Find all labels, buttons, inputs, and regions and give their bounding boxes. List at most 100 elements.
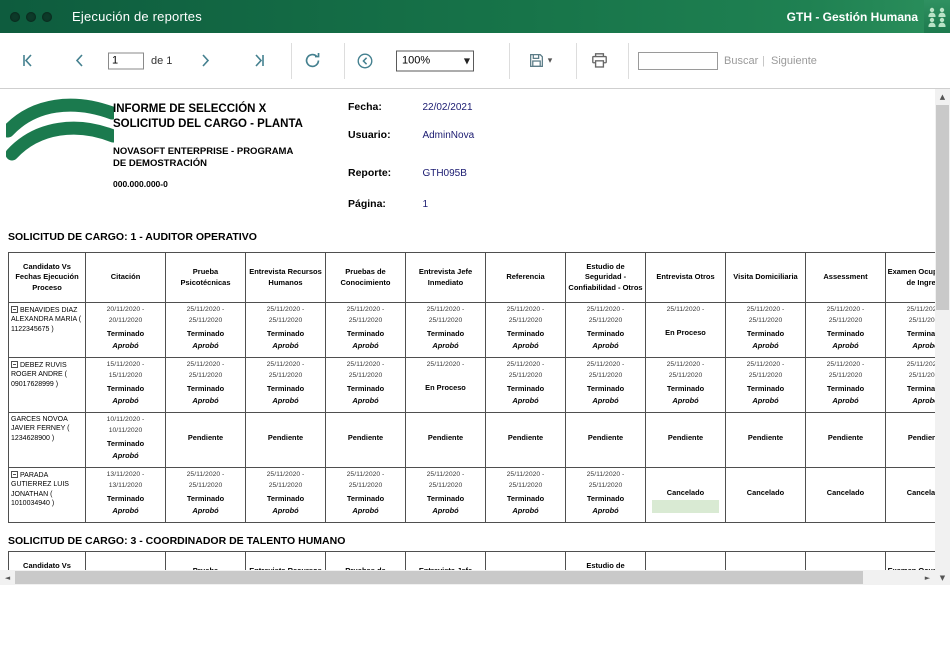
page-number-input[interactable] bbox=[108, 52, 144, 69]
last-page-button[interactable] bbox=[246, 48, 272, 74]
horizontal-scroll-thumb[interactable] bbox=[15, 571, 863, 584]
window-title: Ejecución de reportes bbox=[72, 9, 202, 24]
toolbar-separator bbox=[628, 42, 629, 79]
process-status-cell: 25/11/2020 -25/11/2020TerminadoAprobó bbox=[645, 357, 726, 413]
candidate-row: DEBEZ RUVIS ROGER ANDRE ( 09017628999 ) 1… bbox=[8, 357, 935, 413]
selection-table-2: Candidato Vs Fechas Ejecución ProcesoCit… bbox=[8, 551, 935, 570]
expand-toggle-icon[interactable] bbox=[11, 471, 18, 478]
process-status-cell: 25/11/2020 -25/11/2020TerminadoAprobó bbox=[565, 467, 646, 523]
process-status-cell: 25/11/2020 -25/11/2020TerminadoAprobó bbox=[405, 302, 486, 358]
candidate-cell: DEBEZ RUVIS ROGER ANDRE ( 09017628999 ) bbox=[8, 357, 86, 413]
previous-page-button[interactable] bbox=[66, 48, 92, 74]
column-header: Visita Domiciliaria bbox=[725, 551, 806, 570]
process-status-cell: 25/11/2020 -25/11/2020TerminadoAprobó bbox=[245, 357, 326, 413]
meta-value: 22/02/2021 bbox=[422, 102, 473, 113]
column-header: Entrevista Recursos Humanos bbox=[245, 551, 326, 570]
expand-toggle-icon[interactable] bbox=[11, 306, 18, 313]
column-header: Entrevista Jefe Inmediato bbox=[405, 252, 486, 303]
meta-label: Fecha: bbox=[348, 101, 382, 113]
column-header: Referencia bbox=[485, 252, 566, 303]
process-status-cell: Cancelado bbox=[725, 467, 806, 523]
process-status-cell: Pendiente bbox=[405, 412, 486, 468]
report-title-line2: SOLICITUD DEL CARGO - PLANTA bbox=[113, 117, 303, 130]
report-viewport: INFORME DE SELECCIÓN X SOLICITUD DEL CAR… bbox=[0, 89, 935, 570]
column-header: Examen Ocupacional de Ingreso bbox=[885, 551, 935, 570]
report-subtitle-line2: DE DEMOSTRACIÓN bbox=[113, 158, 207, 170]
process-status-cell: Pendiente bbox=[885, 412, 935, 468]
process-status-cell: 10/11/2020 -10/11/2020 Terminado Aprobó bbox=[85, 412, 166, 468]
header-row: Candidato Vs Fechas Ejecución ProcesoCit… bbox=[8, 551, 935, 570]
vertical-scroll-thumb[interactable] bbox=[936, 105, 949, 310]
column-header: Entrevista Otros bbox=[645, 252, 726, 303]
column-header: Entrevista Jefe Inmediato bbox=[405, 551, 486, 570]
process-status-cell: Pendiente bbox=[165, 412, 246, 468]
column-header: Pruebas de Conocimiento bbox=[325, 252, 406, 303]
process-status-cell: 25/11/2020 -25/11/2020TerminadoAprobó bbox=[565, 302, 646, 358]
column-header: Referencia bbox=[485, 551, 566, 570]
process-status-cell: Pendiente bbox=[805, 412, 886, 468]
meta-row-usuario: Usuario: AdminNova bbox=[348, 125, 474, 143]
process-status-cell: 25/11/2020 -25/11/2020TerminadoAprobó bbox=[885, 302, 935, 358]
app-badge: GTH - Gestión Humana bbox=[786, 9, 918, 24]
process-status-cell: 25/11/2020 -25/11/2020TerminadoAprobó bbox=[245, 302, 326, 358]
meta-row-pagina: Página: 1 bbox=[348, 194, 428, 212]
process-status-cell: 25/11/2020 -25/11/2020TerminadoAprobó bbox=[805, 302, 886, 358]
selected-cell-highlight bbox=[652, 500, 719, 513]
toolbar-separator bbox=[344, 42, 345, 79]
zoom-select[interactable]: 100% ▼ bbox=[396, 50, 474, 71]
column-header: Entrevista Otros bbox=[645, 551, 726, 570]
expand-toggle-icon[interactable] bbox=[11, 361, 18, 368]
window-control-minimize[interactable] bbox=[26, 11, 36, 22]
report-meta: Fecha: 22/02/2021 Usuario: AdminNova Rep… bbox=[348, 97, 578, 217]
chevron-down-icon: ▾ bbox=[547, 55, 553, 66]
window-control-maximize[interactable] bbox=[42, 11, 52, 22]
process-status-cell: 25/11/2020 -25/11/2020TerminadoAprobó bbox=[165, 302, 246, 358]
company-id: 000.000.000-0 bbox=[113, 179, 168, 189]
meta-value: GTH095B bbox=[422, 168, 467, 179]
window-titlebar: Ejecución de reportes GTH - Gestión Huma… bbox=[0, 0, 950, 33]
people-icon bbox=[924, 0, 950, 33]
process-status-cell: 25/11/2020 -25/11/2020TerminadoAprobó bbox=[325, 302, 406, 358]
report-subtitle: NOVASOFT ENTERPRISE - PROGRAMA DE DEMOST… bbox=[113, 146, 293, 171]
scroll-left-icon[interactable]: ◄ bbox=[0, 570, 15, 585]
horizontal-scrollbar[interactable]: ◄ ► bbox=[0, 570, 935, 585]
next-page-icon bbox=[201, 54, 209, 67]
process-status-cell: Pendiente bbox=[725, 412, 806, 468]
toolbar-separator bbox=[576, 42, 577, 79]
find-separator: | bbox=[762, 54, 765, 67]
export-save-button[interactable]: ▾ bbox=[520, 48, 560, 74]
candidate-row: GARCES NOVOA JAVIER FERNEY ( 1234628900 … bbox=[8, 412, 935, 468]
section-title-2: SOLICITUD DE CARGO: 3 - COORDINADOR DE T… bbox=[8, 535, 346, 547]
window-control-close[interactable] bbox=[10, 11, 20, 22]
back-to-parent-button[interactable] bbox=[352, 48, 378, 74]
scroll-right-icon[interactable]: ► bbox=[920, 570, 935, 585]
save-icon bbox=[529, 54, 543, 67]
candidate-row: PARADA GUTIERREZ LUIS JONATHAN ( 1010034… bbox=[8, 467, 935, 523]
process-status-cell: 25/11/2020 -25/11/2020TerminadoAprobó bbox=[805, 357, 886, 413]
toolbar-separator bbox=[509, 42, 510, 79]
process-status-cell: Cancelado bbox=[645, 467, 726, 523]
column-header: Prueba Psicotécnicas bbox=[165, 551, 246, 570]
meta-label: Usuario: bbox=[348, 129, 391, 141]
find-next-link[interactable]: Siguiente bbox=[771, 55, 817, 67]
process-status-cell: 25/11/2020 -25/11/2020TerminadoAprobó bbox=[485, 302, 566, 358]
selection-table-2-clip: Candidato Vs Fechas Ejecución ProcesoCit… bbox=[8, 551, 935, 570]
page-count-label: de 1 bbox=[151, 54, 173, 67]
meta-row-fecha: Fecha: 22/02/2021 bbox=[348, 97, 473, 115]
scroll-up-icon[interactable]: ▲ bbox=[935, 89, 950, 104]
company-logo bbox=[6, 98, 114, 161]
process-status-cell: 25/11/2020 -25/11/2020TerminadoAprobó bbox=[325, 467, 406, 523]
print-button[interactable] bbox=[586, 48, 612, 74]
scroll-down-icon[interactable]: ▼ bbox=[935, 570, 950, 585]
process-status-cell: 25/11/2020 - En Proceso bbox=[405, 357, 486, 413]
find-link[interactable]: Buscar bbox=[724, 55, 758, 67]
column-header: Pruebas de Conocimiento bbox=[325, 551, 406, 570]
first-page-button[interactable] bbox=[14, 48, 40, 74]
refresh-button[interactable] bbox=[299, 48, 325, 74]
process-status-cell: 25/11/2020 -25/11/2020TerminadoAprobó bbox=[725, 357, 806, 413]
process-status-cell: 25/11/2020 -25/11/2020TerminadoAprobó bbox=[165, 357, 246, 413]
vertical-scrollbar[interactable]: ▲ ▼ bbox=[935, 89, 950, 585]
search-input[interactable] bbox=[638, 51, 718, 70]
process-status-cell: 25/11/2020 -25/11/2020TerminadoAprobó bbox=[245, 467, 326, 523]
next-page-button[interactable] bbox=[192, 48, 218, 74]
